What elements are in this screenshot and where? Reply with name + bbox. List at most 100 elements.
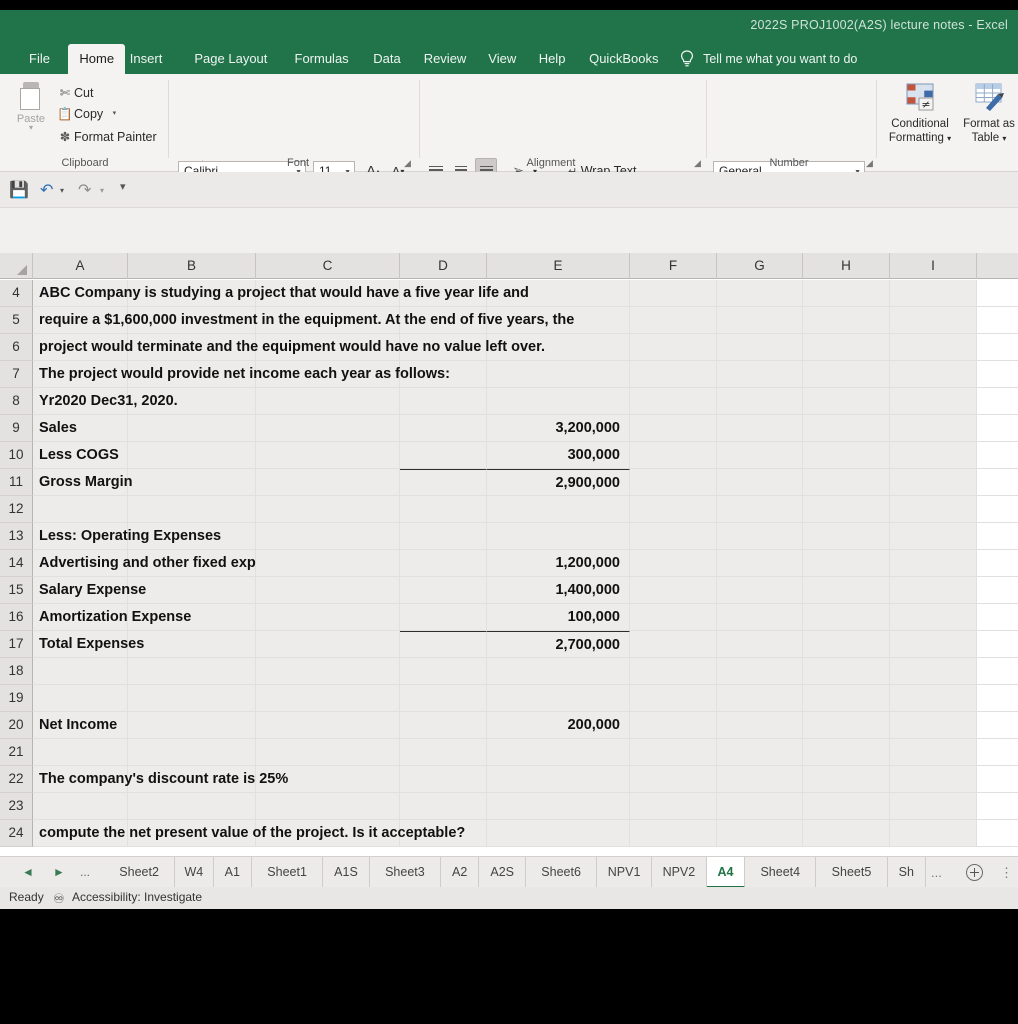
cell-G11[interactable] xyxy=(717,469,803,495)
cell-A6[interactable]: project would terminate and the equipmen… xyxy=(33,334,128,360)
sheet-tab-sh[interactable]: Sh xyxy=(888,857,926,888)
cell-E14[interactable]: 1,200,000 xyxy=(487,550,630,576)
row-header-8[interactable]: 8 xyxy=(0,388,33,415)
cell-C13[interactable] xyxy=(256,523,400,549)
sheet-tab-sheet5[interactable]: Sheet5 xyxy=(816,857,887,888)
ribbon-tab-review[interactable]: Review xyxy=(413,44,478,74)
cell-I15[interactable] xyxy=(890,577,977,603)
cell-H19[interactable] xyxy=(803,685,890,711)
undo-icon[interactable]: ↶ xyxy=(40,180,53,200)
cell-E18[interactable] xyxy=(487,658,630,684)
chevron-down-icon[interactable]: ▾ xyxy=(1002,134,1006,143)
cell-E7[interactable] xyxy=(487,361,630,387)
cell-H18[interactable] xyxy=(803,658,890,684)
cell-F4[interactable] xyxy=(630,280,717,306)
cell-G13[interactable] xyxy=(717,523,803,549)
cell-D18[interactable] xyxy=(400,658,487,684)
cell-C9[interactable] xyxy=(256,415,400,441)
cell-G21[interactable] xyxy=(717,739,803,765)
sheet-tab-sheet3[interactable]: Sheet3 xyxy=(370,857,441,888)
cell-H8[interactable] xyxy=(803,388,890,414)
sheet-tab-a2s[interactable]: A2S xyxy=(479,857,526,888)
cell-A5[interactable]: require a $1,600,000 investment in the e… xyxy=(33,307,128,333)
cell-H9[interactable] xyxy=(803,415,890,441)
sheet-tab-sheet1[interactable]: Sheet1 xyxy=(252,857,323,888)
cell-I10[interactable] xyxy=(890,442,977,468)
cell-G7[interactable] xyxy=(717,361,803,387)
cell-F8[interactable] xyxy=(630,388,717,414)
ribbon-tab-view[interactable]: View xyxy=(477,44,527,74)
cell-B9[interactable] xyxy=(128,415,256,441)
row-header-4[interactable]: 4 xyxy=(0,280,33,307)
cell-C18[interactable] xyxy=(256,658,400,684)
cell-D12[interactable] xyxy=(400,496,487,522)
cell-A21[interactable] xyxy=(33,739,128,765)
cell-A16[interactable]: Amortization Expense xyxy=(33,604,128,630)
ribbon-tab-home[interactable]: Home xyxy=(68,44,125,74)
column-header-B[interactable]: B xyxy=(128,253,256,279)
cell-F15[interactable] xyxy=(630,577,717,603)
cell-C12[interactable] xyxy=(256,496,400,522)
sheet-tab-npv1[interactable]: NPV1 xyxy=(597,857,652,888)
cell-H24[interactable] xyxy=(803,820,890,846)
cell-F6[interactable] xyxy=(630,334,717,360)
cell-E23[interactable] xyxy=(487,793,630,819)
cell-F20[interactable] xyxy=(630,712,717,738)
cell-A15[interactable]: Salary Expense xyxy=(33,577,128,603)
row-header-15[interactable]: 15 xyxy=(0,577,33,604)
row-header-21[interactable]: 21 xyxy=(0,739,33,766)
cell-H17[interactable] xyxy=(803,631,890,657)
ribbon-tab-file[interactable]: File xyxy=(18,44,61,74)
cell-E24[interactable] xyxy=(487,820,630,846)
select-all-corner[interactable] xyxy=(0,253,33,279)
cell-C15[interactable] xyxy=(256,577,400,603)
cell-F21[interactable] xyxy=(630,739,717,765)
row-header-10[interactable]: 10 xyxy=(0,442,33,469)
cell-I18[interactable] xyxy=(890,658,977,684)
cell-D14[interactable] xyxy=(400,550,487,576)
cell-G16[interactable] xyxy=(717,604,803,630)
column-header-H[interactable]: H xyxy=(803,253,890,279)
add-sheet-button[interactable] xyxy=(966,864,983,881)
column-header-C[interactable]: C xyxy=(256,253,400,279)
redo-icon[interactable]: ↷ xyxy=(78,180,91,200)
row-header-18[interactable]: 18 xyxy=(0,658,33,685)
cell-E19[interactable] xyxy=(487,685,630,711)
cell-C21[interactable] xyxy=(256,739,400,765)
cell-A11[interactable]: Gross Margin xyxy=(33,469,128,495)
cell-E10[interactable]: 300,000 xyxy=(487,442,630,468)
cell-A12[interactable] xyxy=(33,496,128,522)
cell-B11[interactable] xyxy=(128,469,256,495)
cell-H10[interactable] xyxy=(803,442,890,468)
cell-F10[interactable] xyxy=(630,442,717,468)
redo-caret-icon[interactable]: ▾ xyxy=(100,186,104,195)
cell-D17[interactable] xyxy=(400,631,487,657)
cell-D20[interactable] xyxy=(400,712,487,738)
sheet-tab-npv2[interactable]: NPV2 xyxy=(652,857,707,888)
cell-H4[interactable] xyxy=(803,280,890,306)
ribbon-tab-help[interactable]: Help xyxy=(528,44,577,74)
cell-D15[interactable] xyxy=(400,577,487,603)
chevron-down-icon[interactable]: ▾ xyxy=(947,134,951,143)
cell-B17[interactable] xyxy=(128,631,256,657)
cell-E11[interactable]: 2,900,000 xyxy=(487,469,630,495)
cell-B15[interactable] xyxy=(128,577,256,603)
lightbulb-icon[interactable] xyxy=(679,50,695,68)
cell-C20[interactable] xyxy=(256,712,400,738)
row-header-20[interactable]: 20 xyxy=(0,712,33,739)
cell-G9[interactable] xyxy=(717,415,803,441)
last-sheet-button[interactable]: ► xyxy=(53,865,65,879)
cell-D19[interactable] xyxy=(400,685,487,711)
undo-caret-icon[interactable]: ▾ xyxy=(60,186,64,195)
cell-I9[interactable] xyxy=(890,415,977,441)
cell-G14[interactable] xyxy=(717,550,803,576)
cell-I13[interactable] xyxy=(890,523,977,549)
cell-I21[interactable] xyxy=(890,739,977,765)
ribbon-tab-formulas[interactable]: Formulas xyxy=(284,44,360,74)
cell-B20[interactable] xyxy=(128,712,256,738)
row-header-22[interactable]: 22 xyxy=(0,766,33,793)
row-header-17[interactable]: 17 xyxy=(0,631,33,658)
ribbon-tab-data[interactable]: Data xyxy=(362,44,411,74)
sheet-tab-sheet4[interactable]: Sheet4 xyxy=(745,857,816,888)
tell-me-search[interactable]: Tell me what you want to do xyxy=(703,44,857,74)
